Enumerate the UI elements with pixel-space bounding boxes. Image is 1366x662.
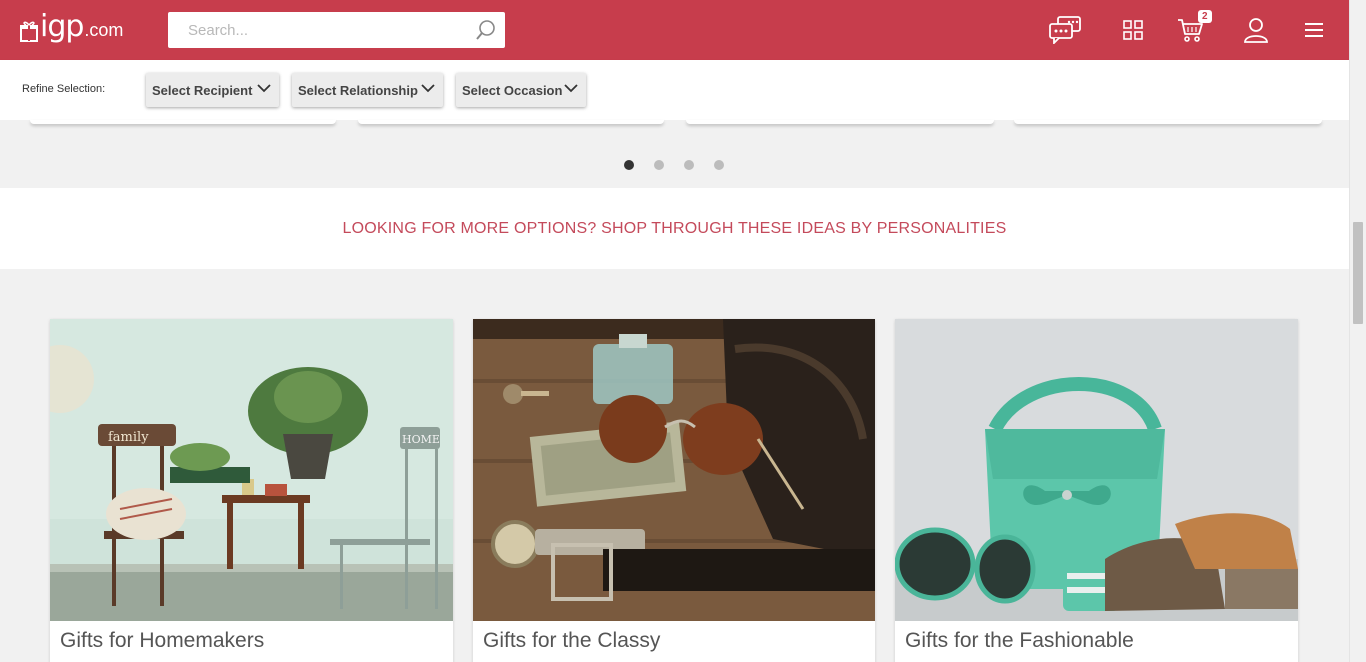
dropdown-label: Select Relationship [298, 82, 418, 98]
dropdown-label: Select Recipient [152, 82, 253, 98]
home-sign-text: HOME [402, 433, 440, 446]
homemakers-image: family HOME [50, 319, 453, 621]
carousel-strip [0, 120, 1349, 188]
carousel-dot-4[interactable] [714, 160, 724, 170]
cart-count-badge: 2 [1198, 10, 1212, 23]
select-recipient-dropdown[interactable]: Select Recipient [146, 73, 279, 107]
carousel-dot-3[interactable] [684, 160, 694, 170]
personality-card-classy[interactable]: Gifts for the Classy [473, 319, 875, 662]
refine-selection-label: Refine Selection: [22, 83, 106, 95]
select-occasion-dropdown[interactable]: Select Occasion [456, 73, 586, 107]
personalities-banner: LOOKING FOR MORE OPTIONS? SHOP THROUGH T… [0, 188, 1349, 269]
personality-title: Gifts for Homemakers [60, 629, 265, 652]
family-sign-text: family [108, 430, 149, 445]
carousel-card-edge [358, 120, 664, 124]
dropdown-label: Select Occasion [462, 82, 563, 98]
chevron-down-icon [421, 84, 435, 93]
cart-button[interactable]: 2 [1176, 10, 1212, 48]
page: igp .com Search... 2 Refine Selection: S… [0, 0, 1366, 662]
fashionable-image [895, 319, 1298, 621]
select-relationship-dropdown[interactable]: Select Relationship [292, 73, 443, 107]
igp-logo[interactable]: igp .com [20, 12, 123, 42]
banner-heading: LOOKING FOR MORE OPTIONS? SHOP THROUGH T… [342, 219, 1007, 237]
personality-title: Gifts for the Classy [483, 629, 661, 652]
top-header: igp .com Search... 2 [0, 0, 1349, 60]
refine-selection-bar: Refine Selection: Select Recipient Selec… [0, 60, 1349, 120]
personality-card-homemakers[interactable]: family HOME Gifts for Homemakers [50, 319, 453, 662]
chat-icon[interactable] [1046, 12, 1084, 48]
carousel-dot-2[interactable] [654, 160, 664, 170]
search-icon[interactable] [475, 19, 497, 41]
page-scrollbar[interactable] [1349, 0, 1366, 662]
hamburger-menu-icon[interactable] [1303, 12, 1325, 48]
search-input[interactable] [168, 12, 468, 48]
carousel-dot-1[interactable] [624, 160, 634, 170]
search-box [168, 12, 505, 48]
carousel-card-edge [686, 120, 994, 124]
personality-title: Gifts for the Fashionable [905, 629, 1134, 652]
categories-grid-icon[interactable] [1122, 12, 1144, 48]
user-account-icon[interactable] [1243, 12, 1269, 48]
carousel-pagination [624, 160, 724, 170]
classy-image [473, 319, 875, 621]
logo-tld-text: .com [84, 20, 124, 40]
chevron-down-icon [564, 84, 578, 93]
carousel-card-edge [30, 120, 336, 124]
carousel-card-edge [1014, 120, 1322, 124]
chevron-down-icon [257, 84, 271, 93]
personality-card-fashionable[interactable]: Gifts for the Fashionable [895, 319, 1298, 662]
gift-logo-icon [20, 21, 38, 42]
logo-brand-text: igp [40, 9, 84, 44]
scrollbar-thumb[interactable] [1353, 222, 1363, 324]
